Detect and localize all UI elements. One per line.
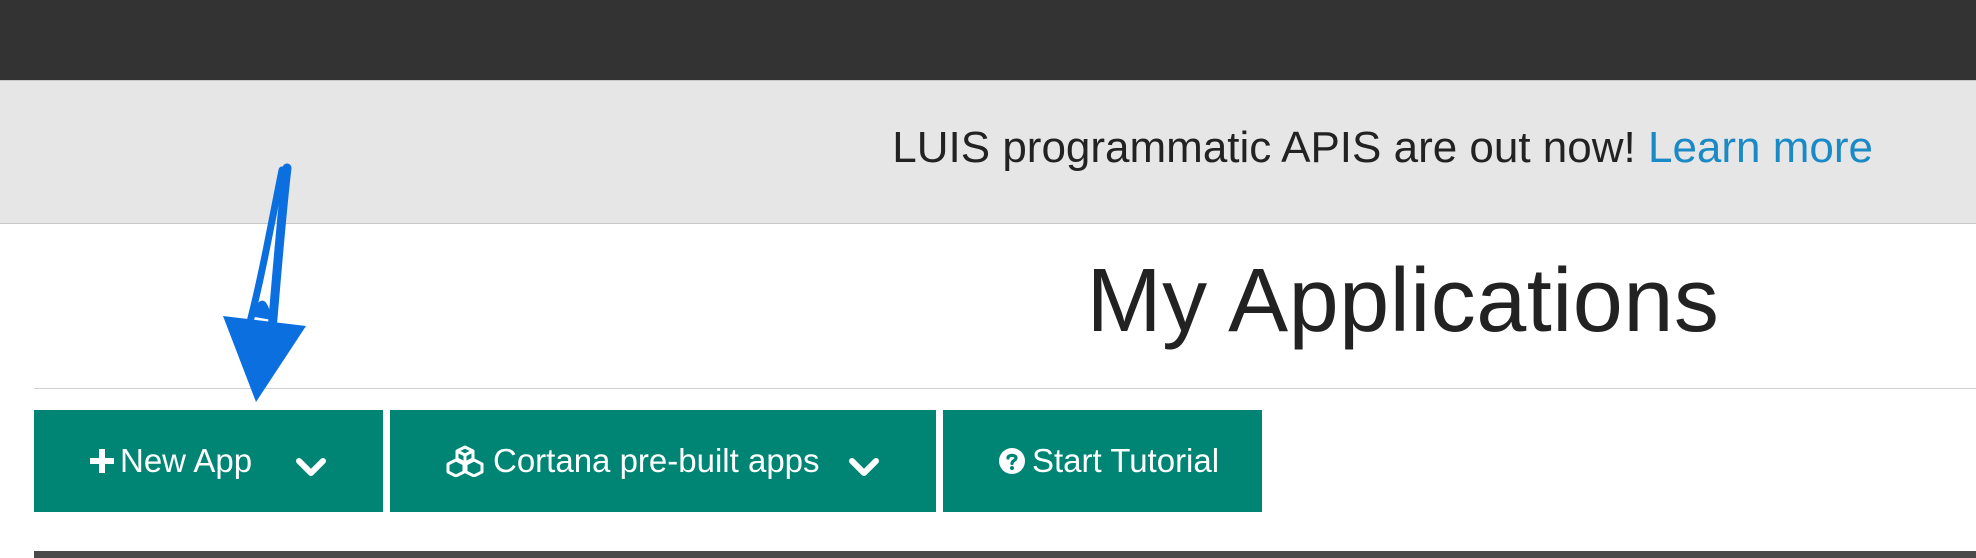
arrow-down-icon	[223, 163, 306, 402]
